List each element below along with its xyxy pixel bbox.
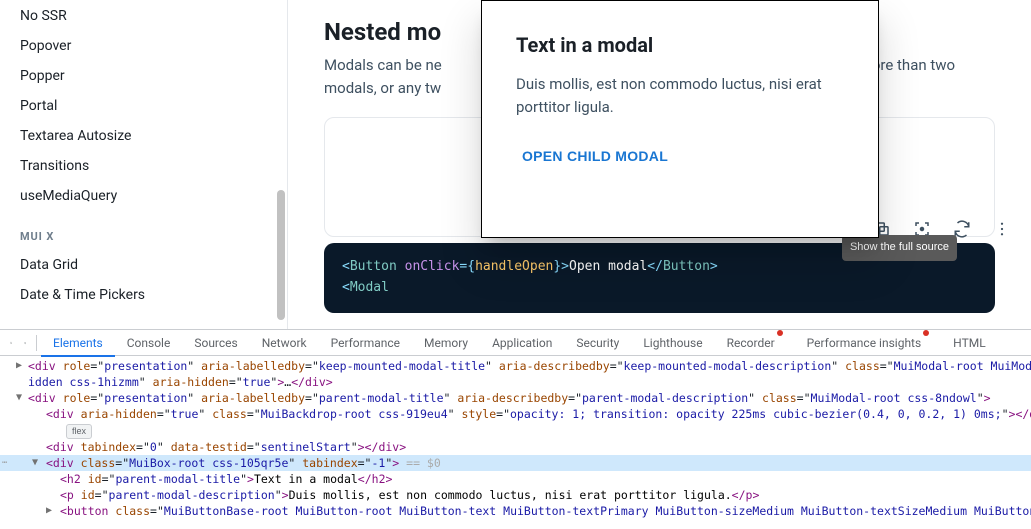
tab-html[interactable]: HTML bbox=[941, 330, 998, 356]
dom-node[interactable]: ▶<button class="MuiButtonBase-root MuiBu… bbox=[0, 503, 1031, 519]
dom-node[interactable]: idden css-1hizmm" aria-hidden="true">…</… bbox=[0, 374, 1031, 390]
sidebar-item-datagrid[interactable]: Data Grid bbox=[8, 251, 279, 279]
devtools-panel: Elements Console Sources Network Perform… bbox=[0, 329, 1031, 529]
modal-title: Text in a modal bbox=[516, 33, 844, 57]
tab-security[interactable]: Security bbox=[564, 330, 631, 356]
dom-node[interactable]: <p id="parent-modal-description">Duis mo… bbox=[0, 487, 1031, 503]
sidebar-scrollbar[interactable] bbox=[277, 190, 285, 320]
inspect-icon[interactable] bbox=[4, 336, 18, 350]
sidebar-section-heading: MUI X bbox=[8, 212, 279, 249]
elements-dom-tree[interactable]: ▶<div role="presentation" aria-labelledb… bbox=[0, 356, 1031, 529]
sidebar-item-nossr[interactable]: No SSR bbox=[8, 2, 279, 30]
sidebar: No SSR Popover Popper Portal Textarea Au… bbox=[0, 0, 288, 329]
sidebar-item-usemediaquery[interactable]: useMediaQuery bbox=[8, 182, 279, 210]
tab-performance[interactable]: Performance bbox=[319, 330, 412, 356]
tab-divider bbox=[36, 335, 37, 351]
dom-flex-badge[interactable]: flex bbox=[0, 422, 1031, 439]
modal: Text in a modal Duis mollis, est non com… bbox=[481, 0, 879, 238]
tab-console[interactable]: Console bbox=[115, 330, 183, 356]
more-vertical-icon[interactable] bbox=[993, 220, 1011, 238]
dom-node[interactable]: ▶<div role="presentation" aria-labelledb… bbox=[0, 358, 1031, 374]
code-line-2: <Modal bbox=[342, 278, 977, 299]
sidebar-item-transitions[interactable]: Transitions bbox=[8, 152, 279, 180]
tab-lighthouse[interactable]: Lighthouse bbox=[631, 330, 714, 356]
sidebar-item-datetimepickers[interactable]: Date & Time Pickers bbox=[8, 281, 279, 309]
sidebar-item-popper[interactable]: Popper bbox=[8, 62, 279, 90]
dom-node[interactable]: ▼<div role="presentation" aria-labelledb… bbox=[0, 390, 1031, 406]
dom-node[interactable]: <div tabindex="0" data-testid="sentinelS… bbox=[0, 439, 1031, 455]
open-child-modal-button[interactable]: OPEN CHILD MODAL bbox=[516, 140, 674, 172]
tab-memory[interactable]: Memory bbox=[412, 330, 480, 356]
tab-network[interactable]: Network bbox=[250, 330, 319, 356]
sidebar-item-portal[interactable]: Portal bbox=[8, 92, 279, 120]
tab-application[interactable]: Application bbox=[480, 330, 564, 356]
desc-part-left: Modals can be ne bbox=[324, 56, 442, 74]
sidebar-item-popover[interactable]: Popover bbox=[8, 32, 279, 60]
tab-recorder[interactable]: Recorder bbox=[715, 330, 795, 356]
beta-badge-icon bbox=[777, 330, 783, 336]
dom-node-selected[interactable]: ⋯▼<div class="MuiBox-root css-105qr5e" t… bbox=[0, 455, 1031, 471]
app-area: No SSR Popover Popper Portal Textarea Au… bbox=[0, 0, 1031, 329]
modal-description: Duis mollis, est non commodo luctus, nis… bbox=[516, 73, 844, 118]
beta-badge-icon bbox=[923, 330, 929, 336]
devtools-tabs: Elements Console Sources Network Perform… bbox=[0, 330, 1031, 356]
dom-node[interactable]: <h2 id="parent-modal-title">Text in a mo… bbox=[0, 471, 1031, 487]
show-source-tooltip: Show the full source bbox=[842, 235, 957, 261]
tab-elements[interactable]: Elements bbox=[41, 330, 115, 356]
device-toggle-icon[interactable] bbox=[18, 336, 32, 350]
dom-node[interactable]: <div aria-hidden="true" class="MuiBackdr… bbox=[0, 406, 1031, 422]
sidebar-item-textarea[interactable]: Textarea Autosize bbox=[8, 122, 279, 150]
code-block: Show the full source <Button onClick={ha… bbox=[324, 243, 995, 313]
tab-perf-insights[interactable]: Performance insights bbox=[795, 330, 942, 356]
tab-sources[interactable]: Sources bbox=[182, 330, 249, 356]
